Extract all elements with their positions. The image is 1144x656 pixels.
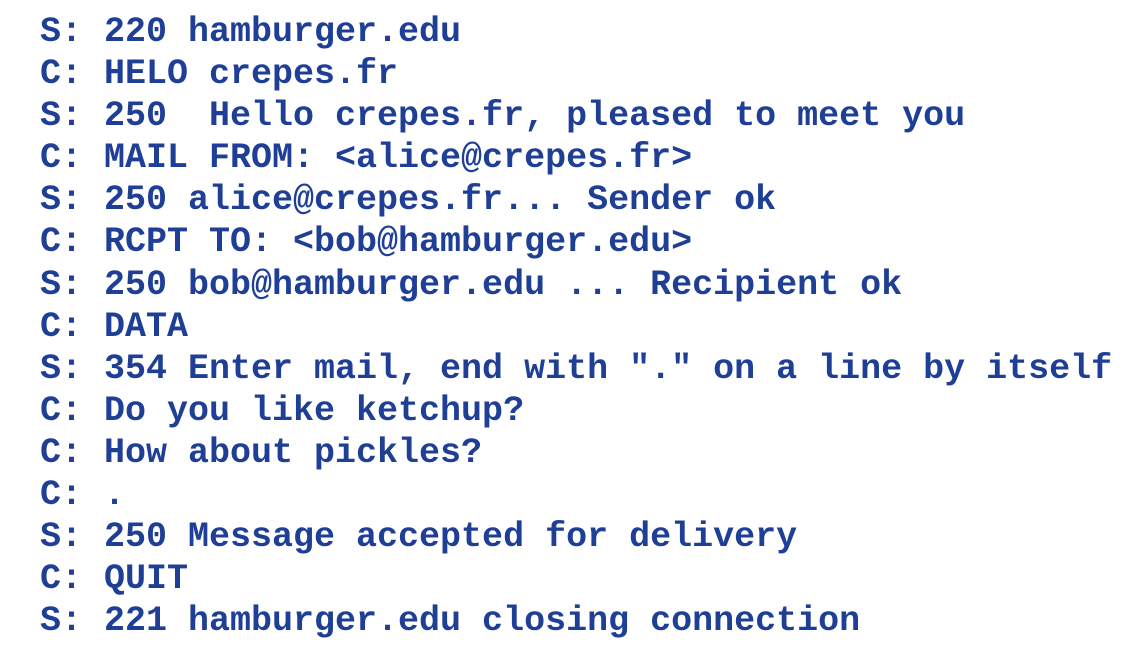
transcript-line: C: How about pickles? <box>40 432 1112 474</box>
line-text: 354 Enter mail, end with "." on a line b… <box>104 348 1113 389</box>
line-text: QUIT <box>104 559 189 600</box>
transcript-line: C: MAIL FROM: <alice@crepes.fr> <box>40 137 1112 179</box>
line-text: 221 hamburger.edu closing connection <box>104 601 861 642</box>
speaker-label: S: <box>40 96 83 137</box>
speaker-label: S: <box>40 264 83 305</box>
transcript-line: S: 250 Hello crepes.fr, pleased to meet y… <box>40 95 1112 137</box>
line-text: Do you like ketchup? <box>104 390 525 431</box>
speaker-label: S: <box>40 348 83 389</box>
line-text: 220 hamburger.edu <box>104 12 462 52</box>
transcript-line: S: 250 alice@crepes.fr... Sender ok <box>40 179 1112 221</box>
line-text: . <box>104 475 126 516</box>
line-text: 250 Message accepted for delivery <box>104 517 798 558</box>
transcript-line: C: RCPT TO: <bob@hamburger.edu> <box>40 221 1112 263</box>
line-text: HELO crepes.fr <box>104 54 399 95</box>
speaker-label: C: <box>40 306 83 347</box>
speaker-label: S: <box>40 12 83 52</box>
speaker-label: C: <box>40 475 83 516</box>
transcript-line: S: 220 hamburger.edu <box>40 11 1112 53</box>
smtp-transcript: S: 220 hamburger.edu C: HELO crepes.fr S: 2… <box>40 11 1112 642</box>
line-text: How about pickles? <box>104 432 483 473</box>
speaker-label: C: <box>40 138 83 179</box>
transcript-line: C: QUIT <box>40 558 1112 600</box>
speaker-label: S: <box>40 517 83 558</box>
transcript-line: C:. <box>40 474 1112 516</box>
transcript-line: C: HELO crepes.fr <box>40 53 1112 95</box>
transcript-line: S: 250 bob@hamburger.edu ... Recipient ok <box>40 264 1112 306</box>
transcript-line: C: Do you like ketchup? <box>40 390 1112 432</box>
speaker-label: C: <box>40 54 83 95</box>
line-text: 250 Hello crepes.fr, pleased to meet you <box>104 96 966 137</box>
line-text: MAIL FROM: <alice@crepes.fr> <box>104 138 693 179</box>
line-text: 250 bob@hamburger.edu ... Recipient ok <box>104 264 903 305</box>
transcript-line: S: 221 hamburger.edu closing connection <box>40 600 1112 642</box>
transcript-line: S: 250 Message accepted for delivery <box>40 516 1112 558</box>
speaker-label: C: <box>40 559 83 600</box>
line-text: DATA <box>104 306 189 347</box>
speaker-label: C: <box>40 390 83 431</box>
line-text: RCPT TO: <bob@hamburger.edu> <box>104 222 693 263</box>
transcript-line: C: DATA <box>40 306 1112 348</box>
speaker-label: S: <box>40 601 83 642</box>
line-text: 250 alice@crepes.fr... Sender ok <box>104 180 777 221</box>
speaker-label: C: <box>40 222 83 263</box>
speaker-label: S: <box>40 180 83 221</box>
transcript-line: S: 354 Enter mail, end with "." on a line… <box>40 348 1112 390</box>
speaker-label: C: <box>40 432 83 473</box>
